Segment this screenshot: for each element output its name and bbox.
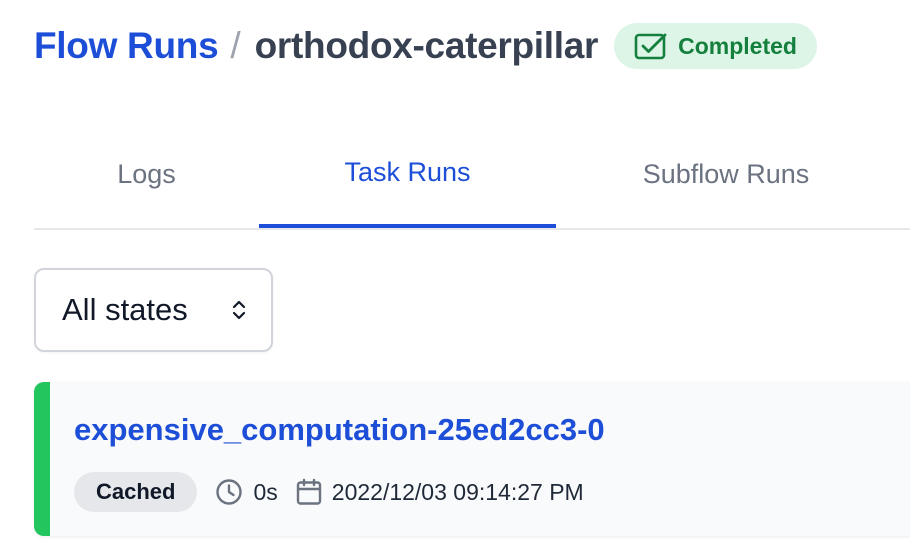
- clock-icon: [215, 478, 253, 506]
- duration-value: 0s: [253, 478, 278, 505]
- task-run-name-link[interactable]: expensive_computation-25ed2cc3-0: [74, 412, 605, 448]
- tab-task-runs[interactable]: Task Runs: [259, 120, 556, 228]
- check-square-icon: [634, 32, 668, 60]
- task-run-card: expensive_computation-25ed2cc3-0 Cached …: [34, 382, 910, 536]
- status-badge: Completed: [614, 23, 817, 69]
- breadcrumb-separator: /: [230, 25, 241, 66]
- state-filter-select[interactable]: All states: [34, 268, 273, 352]
- duration: 0s: [215, 478, 278, 506]
- state-badge: Cached: [74, 472, 198, 512]
- state-accent-bar: [34, 382, 50, 536]
- breadcrumb-flow-runs-link[interactable]: Flow Runs: [34, 25, 219, 67]
- tab-subflow-runs[interactable]: Subflow Runs: [556, 120, 896, 228]
- start-time: 2022/12/03 09:14:27 PM: [296, 478, 584, 506]
- task-run-meta: Cached 0s 2022/12/03 09:14:27 PM: [74, 472, 584, 512]
- tab-bar: Logs Task Runs Subflow Runs: [34, 120, 910, 230]
- page: Flow Runs / orthodox-caterpillar Complet…: [0, 0, 910, 560]
- page-title: orthodox-caterpillar: [254, 25, 599, 66]
- state-filter-value: All states: [62, 292, 188, 327]
- calendar-icon: [296, 478, 332, 506]
- breadcrumb: Flow Runs / orthodox-caterpillar Complet…: [34, 20, 817, 72]
- start-time-value: 2022/12/03 09:14:27 PM: [331, 478, 584, 505]
- chevron-updown-icon: [231, 298, 247, 322]
- tab-logs[interactable]: Logs: [34, 120, 259, 228]
- status-badge-label: Completed: [678, 32, 797, 59]
